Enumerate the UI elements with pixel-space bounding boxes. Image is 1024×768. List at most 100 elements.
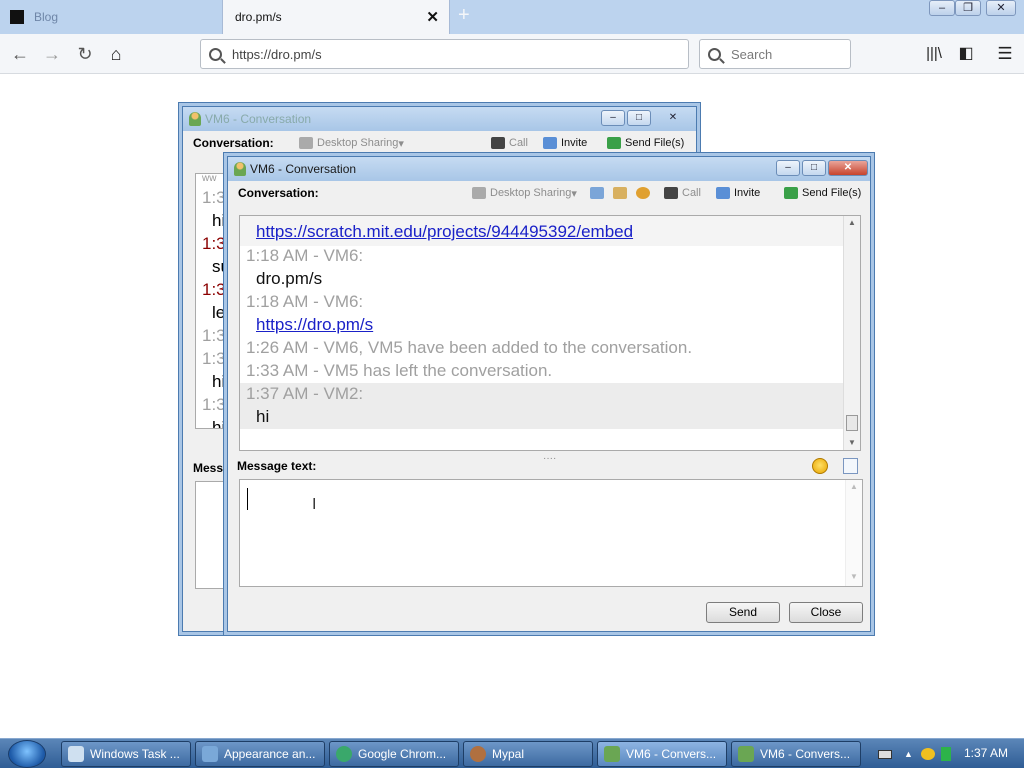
log-fragment: 1:3 [202, 188, 225, 207]
reload-icon[interactable]: ↻ [73, 42, 97, 66]
message-input[interactable]: I ▲ ▼ [239, 479, 863, 587]
message-text-label: Message text: [237, 459, 317, 473]
send-file-icon [607, 137, 621, 149]
emoticon-icon[interactable] [812, 458, 828, 474]
tab-dro-pm[interactable]: dro.pm/s ✕ [222, 0, 450, 34]
window-title: VM6 - Conversation [205, 112, 312, 126]
task-label: Windows Task ... [90, 747, 180, 761]
taskbar-appearance[interactable]: Appearance an... [195, 741, 325, 767]
chat-scrollbar[interactable]: ▲ ▼ [843, 216, 860, 450]
taskbar-chrome[interactable]: Google Chrom... [329, 741, 459, 767]
scroll-up-icon[interactable]: ▲ [848, 218, 856, 227]
scroll-down-icon[interactable]: ▼ [850, 572, 858, 581]
conversation-row: Conversation: Desktop Sharing ▾ Call Inv… [228, 181, 870, 205]
chat-message: dro.pm/s [256, 269, 323, 288]
task-manager-icon [68, 746, 84, 762]
chat-system-message: 1:26 AM - VM6, VM5 have been added to th… [246, 338, 693, 357]
tool-label: Call [509, 137, 528, 149]
forward-icon[interactable]: → [40, 42, 64, 66]
show-hidden-icons-icon[interactable]: ▲ [904, 749, 913, 759]
log-fragment: su [212, 257, 224, 276]
text-caret [247, 488, 248, 510]
keyboard-icon[interactable] [878, 749, 892, 759]
chat-link[interactable]: https://dro.pm/s [256, 315, 373, 335]
close-window-icon[interactable]: ✕ [986, 0, 1016, 16]
minimize-icon[interactable]: ‒ [776, 160, 800, 176]
maximize-icon[interactable]: □ [627, 110, 651, 126]
notification-icon[interactable] [920, 748, 935, 760]
taskbar-vm6-conversation[interactable]: VM6 - Convers... [731, 741, 861, 767]
log-fragment: hi [212, 211, 225, 230]
invite-button[interactable]: Invite [716, 181, 760, 205]
close-icon[interactable]: ✕ [828, 160, 868, 176]
log-fragment: le [212, 303, 225, 322]
chat-link[interactable]: https://scratch.mit.edu/projects/9444953… [256, 222, 633, 242]
splitter-grip[interactable]: ···· [543, 453, 556, 464]
tool-label: Desktop Sharing [490, 187, 572, 199]
home-icon[interactable]: ⌂ [104, 42, 128, 66]
notes-button[interactable] [590, 181, 608, 205]
camera-icon [491, 137, 505, 149]
desktop-sharing-icon [472, 187, 486, 199]
search-icon [708, 47, 721, 61]
control-panel-icon [202, 746, 218, 762]
scroll-up-icon[interactable]: ▲ [850, 482, 858, 491]
blog-favicon-icon [10, 10, 24, 24]
chat-timestamp: 1:18 AM - VM6: [246, 246, 364, 265]
close-button[interactable]: Close [789, 602, 863, 623]
window-titlebar[interactable]: VM6 - Conversation ‒ □ ✕ [228, 157, 870, 181]
tool-label: Desktop Sharing [317, 137, 399, 149]
network-icon[interactable] [940, 747, 951, 761]
menu-icon[interactable]: ☰ [993, 42, 1017, 66]
browser-tab-bar: Blog dro.pm/s ✕ + ‒ ❐ ✕ [0, 0, 1024, 34]
close-icon[interactable]: ✕ [661, 110, 685, 126]
user-icon [234, 162, 246, 176]
games-button[interactable] [636, 181, 654, 205]
back-icon[interactable]: ← [8, 42, 32, 66]
browser-nav-bar: ← → ↻ ⌂ https://dro.pm/s Search |||\ ◧ ☰ [0, 34, 1024, 74]
scroll-down-icon[interactable]: ▼ [848, 438, 856, 447]
desktop-sharing-button[interactable]: Desktop Sharing ▾ [472, 181, 577, 205]
back-chat-log: ww 1:3 hi 1:3 su 1:3 le 1:3 1:3 hi 1:3 h… [195, 173, 225, 429]
url-bar[interactable]: https://dro.pm/s [200, 39, 689, 69]
sidebar-icon[interactable]: ◧ [954, 42, 978, 66]
minimize-icon[interactable]: ‒ [601, 110, 625, 126]
taskbar-task-manager[interactable]: Windows Task ... [61, 741, 191, 767]
send-files-button[interactable]: Send File(s) [607, 131, 684, 155]
chat-log[interactable]: https://scratch.mit.edu/projects/9444953… [239, 215, 861, 451]
tool-label: Send File(s) [625, 137, 685, 149]
desktop-sharing-button[interactable]: Desktop Sharing ▾ [299, 131, 404, 155]
log-fragment: ww [202, 173, 217, 184]
notes-icon [590, 187, 604, 199]
contacts-button[interactable] [613, 181, 631, 205]
chat-timestamp: 1:37 AM - VM2: [246, 384, 364, 403]
scroll-thumb[interactable] [846, 415, 858, 431]
close-tab-icon[interactable]: ✕ [426, 8, 439, 26]
start-button[interactable] [8, 740, 46, 768]
taskbar-mypal[interactable]: Mypal [463, 741, 593, 767]
send-button[interactable]: Send [706, 602, 780, 623]
invite-icon [543, 137, 557, 149]
new-tab-icon[interactable]: + [458, 4, 470, 27]
invite-button[interactable]: Invite [543, 131, 587, 155]
search-input[interactable]: Search [699, 39, 851, 69]
message-scrollbar[interactable]: ▲ ▼ [845, 480, 862, 586]
clock[interactable]: 1:37 AM [964, 746, 1008, 760]
front-conversation-window[interactable]: VM6 - Conversation ‒ □ ✕ Conversation: D… [227, 156, 871, 632]
tab-blog[interactable]: Blog [0, 0, 222, 34]
contacts-icon [613, 187, 627, 199]
restore-window-icon[interactable]: ❐ [955, 0, 981, 16]
window-titlebar[interactable]: VM6 - Conversation ‒ □ ✕ [183, 107, 696, 131]
call-button[interactable]: Call [664, 181, 701, 205]
chat-system-message: 1:33 AM - VM5 has left the conversation. [246, 361, 553, 380]
call-button[interactable]: Call [491, 131, 528, 155]
taskbar-vm6-conversation[interactable]: VM6 - Convers... [597, 741, 727, 767]
maximize-icon[interactable]: □ [802, 160, 826, 176]
url-text: https://dro.pm/s [232, 46, 322, 62]
conversation-row: Conversation: Desktop Sharing ▾ Call Inv… [183, 131, 696, 155]
library-icon[interactable]: |||\ [922, 42, 946, 66]
font-settings-icon[interactable] [843, 458, 858, 474]
send-files-button[interactable]: Send File(s) [784, 181, 861, 205]
send-file-icon [784, 187, 798, 199]
minimize-window-icon[interactable]: ‒ [929, 0, 955, 16]
